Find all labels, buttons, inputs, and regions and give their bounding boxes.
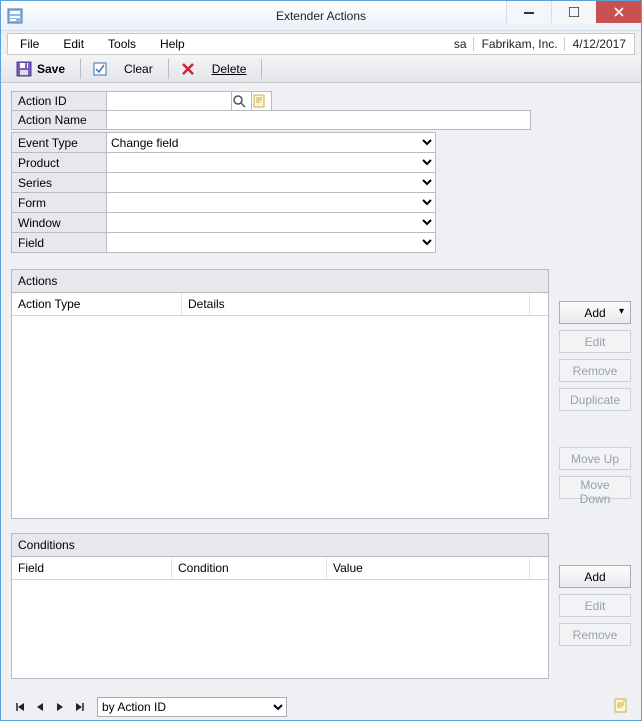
conditions-grid-body[interactable] — [12, 580, 548, 678]
actions-remove-button[interactable]: Remove — [559, 359, 631, 382]
col-details: Details — [182, 293, 530, 315]
toolbar: Save Clear Delete — [1, 55, 641, 83]
window-select[interactable] — [107, 213, 435, 232]
actions-panel: Actions Action Type Details — [11, 269, 549, 519]
clear-icon-button[interactable] — [87, 58, 113, 80]
actions-duplicate-button[interactable]: Duplicate — [559, 388, 631, 411]
conditions-panel: Conditions Field Condition Value — [11, 533, 549, 679]
label-action-id: Action ID — [12, 92, 107, 111]
header-form: Action ID Action Name — [11, 91, 531, 130]
status-company: Fabrikam, Inc. — [473, 37, 558, 51]
col-action-type: Action Type — [12, 293, 182, 315]
col-cond-value: Value — [327, 557, 530, 579]
actions-panel-title: Actions — [12, 270, 548, 293]
label-window: Window — [12, 213, 107, 233]
record-nav-bar: by Action ID — [1, 694, 641, 720]
menu-file[interactable]: File — [8, 34, 51, 54]
label-field: Field — [12, 233, 107, 253]
form-select[interactable] — [107, 193, 435, 212]
actions-grid-body[interactable] — [12, 316, 548, 518]
col-scroll-gutter — [530, 293, 548, 315]
conditions-edit-button[interactable]: Edit — [559, 594, 631, 617]
toolbar-separator — [80, 59, 81, 79]
delete-label: Delete — [212, 62, 247, 76]
window-controls — [506, 1, 641, 23]
conditions-panel-title: Conditions — [12, 534, 548, 557]
product-select[interactable] — [107, 153, 435, 172]
minimize-button[interactable] — [506, 1, 551, 23]
action-name-input[interactable] — [107, 112, 530, 129]
conditions-add-button[interactable]: Add — [559, 565, 631, 588]
actions-movedown-button[interactable]: Move Down — [559, 476, 631, 499]
actions-edit-button[interactable]: Edit — [559, 330, 631, 353]
app-icon — [7, 8, 23, 24]
col-cond-field: Field — [12, 557, 172, 579]
save-button[interactable]: Save — [7, 58, 74, 80]
close-button[interactable] — [596, 1, 641, 23]
toolbar-separator — [261, 59, 262, 79]
lookup-button[interactable] — [232, 92, 252, 111]
clear-label: Clear — [124, 62, 153, 76]
title-bar: Extender Actions — [1, 1, 641, 31]
col-scroll-gutter — [530, 557, 548, 579]
content-area: Action ID Action Name Event Type Change … — [1, 83, 641, 694]
delete-icon-button[interactable] — [175, 58, 201, 80]
maximize-button[interactable] — [551, 1, 596, 23]
save-icon — [16, 61, 32, 77]
conditions-remove-button[interactable]: Remove — [559, 623, 631, 646]
nav-next-button[interactable] — [51, 697, 69, 717]
actions-add-button[interactable]: Add — [559, 301, 631, 324]
save-label: Save — [37, 62, 65, 76]
delete-icon — [180, 61, 196, 77]
field-select[interactable] — [107, 233, 435, 252]
record-note-icon[interactable] — [613, 698, 631, 716]
nav-sort-select[interactable]: by Action ID — [97, 697, 287, 717]
status-bar: sa Fabrikam, Inc. 4/12/2017 — [454, 37, 634, 51]
event-form: Event Type Change field Product Series F… — [11, 132, 436, 253]
actions-moveup-button[interactable]: Move Up — [559, 447, 631, 470]
col-cond-condition: Condition — [172, 557, 327, 579]
event-type-select[interactable]: Change field — [107, 133, 435, 152]
toolbar-separator — [168, 59, 169, 79]
label-action-name: Action Name — [12, 111, 107, 130]
label-event-type: Event Type — [12, 133, 107, 153]
note-button[interactable] — [252, 92, 272, 111]
conditions-side-buttons: Add Edit Remove — [559, 533, 631, 679]
nav-prev-button[interactable] — [31, 697, 49, 717]
clear-button[interactable]: Clear — [115, 58, 162, 80]
delete-button[interactable]: Delete — [203, 58, 256, 80]
label-series: Series — [12, 173, 107, 193]
actions-columns: Action Type Details — [12, 293, 548, 316]
menu-edit[interactable]: Edit — [51, 34, 96, 54]
actions-side-buttons: Add Edit Remove Duplicate Move Up Move D… — [559, 269, 631, 519]
label-product: Product — [12, 153, 107, 173]
clear-icon — [92, 61, 108, 77]
menu-bar: File Edit Tools Help sa Fabrikam, Inc. 4… — [7, 33, 635, 55]
app-window: Extender Actions File Edit Tools Help sa… — [0, 0, 642, 721]
status-date: 4/12/2017 — [564, 37, 626, 51]
series-select[interactable] — [107, 173, 435, 192]
label-form: Form — [12, 193, 107, 213]
action-id-input[interactable] — [107, 93, 231, 110]
nav-last-button[interactable] — [71, 697, 89, 717]
conditions-columns: Field Condition Value — [12, 557, 548, 580]
status-user: sa — [454, 37, 467, 51]
nav-first-button[interactable] — [11, 697, 29, 717]
menu-tools[interactable]: Tools — [96, 34, 148, 54]
menu-help[interactable]: Help — [148, 34, 197, 54]
